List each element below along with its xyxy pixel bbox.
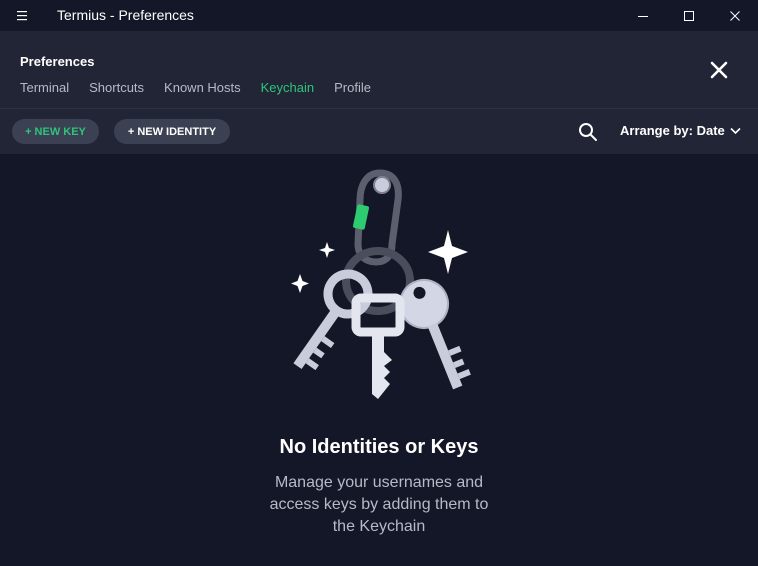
tab-terminal[interactable]: Terminal — [20, 81, 69, 109]
sparkle-icon — [291, 274, 309, 293]
page-title: Preferences — [20, 54, 95, 69]
sparkle-icon — [319, 242, 335, 258]
maximize-button[interactable] — [666, 0, 712, 31]
keychain-illustration — [291, 169, 471, 399]
arrange-by-label: Arrange by: Date — [620, 123, 725, 138]
window-close-button[interactable] — [712, 0, 758, 31]
empty-state-description: Manage your usernames and access keys by… — [269, 474, 489, 535]
title-bar: Termius - Preferences — [0, 0, 758, 31]
tab-known-hosts[interactable]: Known Hosts — [164, 81, 241, 109]
close-icon — [730, 10, 740, 21]
arrange-by-dropdown[interactable]: Arrange by: Date — [620, 123, 741, 138]
tab-keychain[interactable]: Keychain — [260, 81, 315, 111]
tab-shortcuts[interactable]: Shortcuts — [89, 81, 144, 109]
chevron-down-icon — [730, 127, 741, 134]
empty-state-title: No Identities or Keys — [279, 436, 479, 458]
minimize-icon — [638, 15, 648, 17]
toolbar: + NEW KEY + NEW IDENTITY Arrange by: Dat… — [0, 108, 758, 154]
hamburger-icon[interactable] — [14, 8, 32, 24]
tab-bar: Terminal Shortcuts Known Hosts Keychain … — [20, 81, 391, 111]
close-preferences-icon[interactable] — [708, 59, 730, 81]
window-title: Termius - Preferences — [57, 7, 194, 23]
new-key-button[interactable]: + NEW KEY — [12, 119, 99, 144]
tab-profile[interactable]: Profile — [334, 81, 371, 109]
preferences-header: Preferences Terminal Shortcuts Known Hos… — [0, 31, 758, 111]
keychain-empty-state: No Identities or Keys Manage your userna… — [0, 154, 758, 566]
new-identity-button[interactable]: + NEW IDENTITY — [114, 119, 230, 144]
minimize-button[interactable] — [620, 0, 666, 31]
maximize-icon — [684, 10, 694, 21]
search-icon[interactable] — [577, 121, 599, 143]
sparkle-icon — [428, 230, 468, 274]
